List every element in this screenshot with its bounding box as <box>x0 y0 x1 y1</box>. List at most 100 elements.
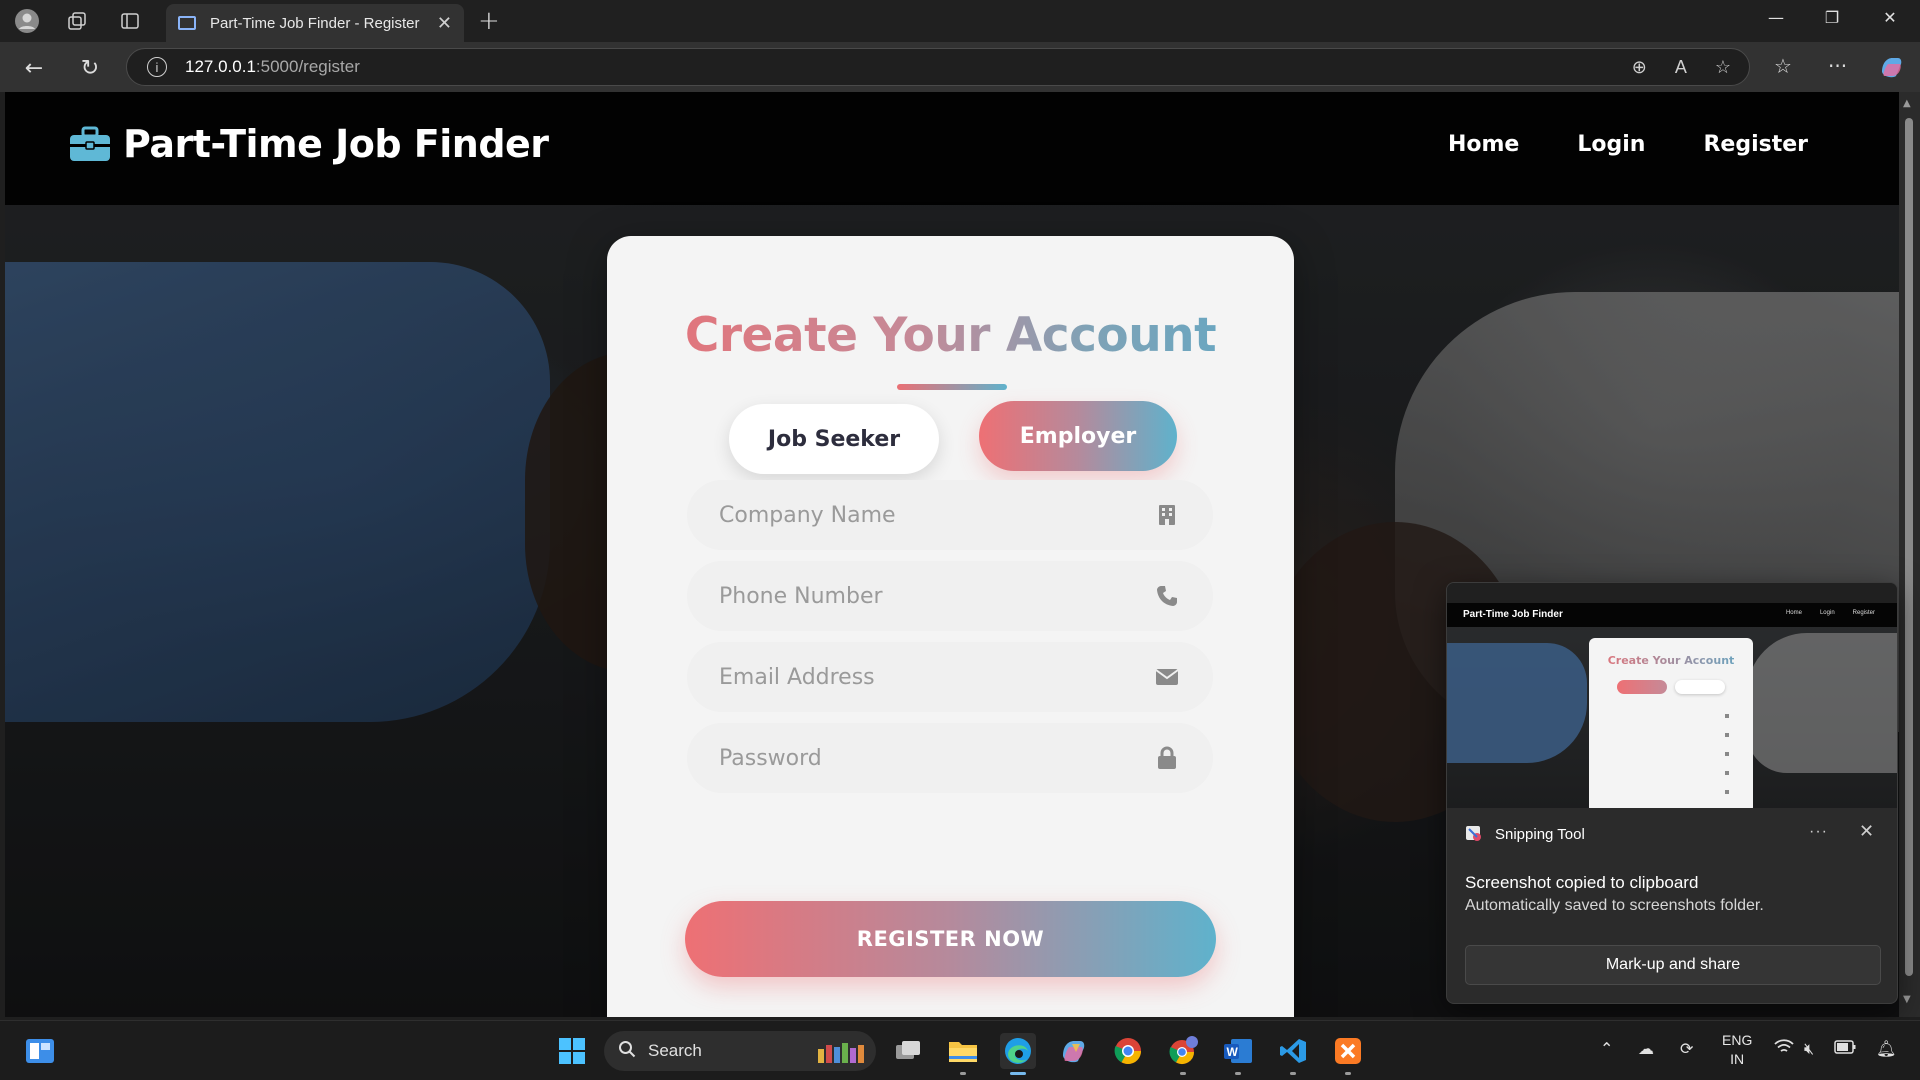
preview-link-home: Home <box>1785 610 1802 616</box>
preview-titlebar <box>1447 583 1897 603</box>
toast-heading: Screenshot copied to clipboard <box>1465 873 1699 892</box>
favorite-star-icon[interactable]: ☆ <box>1715 57 1731 78</box>
address-bar[interactable]: i 127.0.0.1:5000/register ⊕ A ☆ <box>126 48 1750 86</box>
search-icon <box>618 1040 636 1063</box>
password-field[interactable] <box>687 723 1213 793</box>
toast-subtext: Automatically saved to screenshots folde… <box>1465 897 1764 914</box>
company-name-input[interactable] <box>719 502 1155 528</box>
file-explorer-icon[interactable] <box>945 1033 981 1075</box>
preview-card: Create Your Account <box>1589 638 1753 808</box>
preview-link-register: Register <box>1852 610 1875 616</box>
sync-icon[interactable]: ⟳ <box>1680 1039 1693 1058</box>
profile-avatar-icon[interactable] <box>14 8 40 34</box>
browser-toolbar: ← ↻ i 127.0.0.1:5000/register ⊕ A ☆ ☆ ··… <box>0 42 1920 92</box>
tab-close-icon[interactable]: ✕ <box>437 13 452 34</box>
task-view-icon[interactable] <box>890 1033 926 1069</box>
window-close-icon[interactable]: ✕ <box>1870 8 1910 27</box>
running-indicator-4 <box>1290 1072 1296 1075</box>
restore-icon[interactable]: ❐ <box>1812 8 1852 27</box>
nav-home-link[interactable]: Home <box>1448 132 1519 157</box>
edge-browser-icon[interactable] <box>1000 1033 1036 1075</box>
employer-toggle[interactable]: Employer <box>979 401 1177 471</box>
nav-register-link[interactable]: Register <box>1703 132 1808 157</box>
scroll-thumb[interactable] <box>1905 118 1913 976</box>
register-now-button[interactable]: REGISTER NOW <box>685 901 1216 977</box>
back-icon[interactable]: ← <box>18 52 50 84</box>
phone-number-input[interactable] <box>719 583 1155 609</box>
new-tab-icon[interactable]: + <box>478 6 500 36</box>
phone-number-field[interactable] <box>687 561 1213 631</box>
copilot-app-icon[interactable] <box>1055 1033 1091 1069</box>
building-icon <box>1155 503 1179 527</box>
preview-row-3 <box>1613 752 1729 757</box>
notifications-bell-icon[interactable]: 🔔︎ <box>1876 1039 1896 1058</box>
screenshot-preview[interactable]: Part-Time Job Finder Home Login Register… <box>1447 583 1897 808</box>
scroll-up-icon[interactable]: ▲ <box>1903 98 1911 109</box>
toast-more-icon[interactable]: ··· <box>1809 823 1828 841</box>
chrome-icon[interactable] <box>1110 1033 1146 1069</box>
preview-row-5 <box>1613 790 1729 795</box>
onedrive-cloud-icon[interactable]: ☁ <box>1638 1039 1654 1058</box>
snipping-tool-notification[interactable]: Part-Time Job Finder Home Login Register… <box>1446 582 1898 1004</box>
language-code: ENG <box>1722 1032 1753 1048</box>
preview-row-4 <box>1613 771 1729 776</box>
minimize-icon[interactable]: — <box>1756 8 1796 27</box>
browser-titlebar: Part-Time Job Finder - Register ✕ + — ❐ … <box>0 0 1920 42</box>
xampp-icon[interactable] <box>1330 1033 1366 1075</box>
search-label: Search <box>648 1041 702 1060</box>
job-seeker-toggle[interactable]: Job Seeker <box>729 404 939 474</box>
envelope-icon <box>1155 665 1179 689</box>
word-icon[interactable]: W <box>1220 1033 1256 1075</box>
lock-icon <box>1155 746 1179 770</box>
markup-and-share-button[interactable]: Mark-up and share <box>1465 945 1881 985</box>
site-navbar: Part-Time Job Finder Home Login Register <box>5 92 1899 205</box>
zoom-icon[interactable]: ⊕ <box>1632 57 1647 78</box>
read-aloud-icon[interactable]: A <box>1675 57 1687 78</box>
running-indicator-2 <box>1180 1072 1186 1075</box>
battery-icon[interactable] <box>1834 1039 1856 1058</box>
reload-icon[interactable]: ↻ <box>74 52 106 84</box>
running-indicator-3 <box>1235 1072 1241 1075</box>
page-scrollbar[interactable]: ▲ ▼ <box>1899 92 1920 1017</box>
preview-brand: Part-Time Job Finder <box>1463 609 1563 620</box>
title-underline <box>897 384 1007 390</box>
language-indicator[interactable]: ENG IN <box>1722 1031 1752 1069</box>
wifi-icon[interactable] <box>1774 1039 1794 1059</box>
copilot-icon[interactable] <box>1878 54 1904 85</box>
toast-app-header: Snipping Tool <box>1465 825 1585 843</box>
widgets-icon[interactable] <box>22 1033 58 1069</box>
nav-login-link[interactable]: Login <box>1577 132 1645 157</box>
password-input[interactable] <box>719 745 1155 771</box>
scroll-down-icon[interactable]: ▼ <box>1903 994 1911 1005</box>
phone-icon <box>1155 584 1179 608</box>
preview-background-right <box>1747 633 1897 773</box>
svg-text:W: W <box>1227 1045 1239 1059</box>
briefcase-icon <box>70 126 110 161</box>
region-code: IN <box>1730 1051 1745 1067</box>
site-info-icon[interactable]: i <box>147 57 167 77</box>
site-logo[interactable]: Part-Time Job Finder <box>69 122 549 166</box>
email-address-field[interactable] <box>687 642 1213 712</box>
taskbar-search[interactable]: Search <box>604 1031 876 1071</box>
preview-pill-1 <box>1617 680 1667 694</box>
tray-overflow-chevron-icon[interactable]: ⌃ <box>1600 1039 1613 1058</box>
toast-close-icon[interactable]: ✕ <box>1859 821 1874 842</box>
vscode-icon[interactable] <box>1275 1033 1311 1075</box>
url-host: 127.0.0.1 <box>185 57 256 76</box>
page-favicon-icon <box>178 16 196 30</box>
start-windows-icon[interactable] <box>554 1033 590 1069</box>
tab-title: Part-Time Job Finder - Register <box>210 14 420 32</box>
windows-taskbar: Search W ⌃ ☁ ⟳ ENG IN 🔇︎ 🔔︎ <box>0 1020 1920 1080</box>
vertical-tabs-icon[interactable] <box>117 8 143 34</box>
company-name-field[interactable] <box>687 480 1213 550</box>
volume-muted-icon[interactable]: 🔇︎ <box>1804 1039 1814 1059</box>
workspaces-icon[interactable] <box>64 8 90 34</box>
browser-tab-active[interactable]: Part-Time Job Finder - Register ✕ <box>166 4 464 42</box>
email-address-input[interactable] <box>719 664 1155 690</box>
preview-background-left <box>1447 643 1587 763</box>
toast-app-name: Snipping Tool <box>1495 825 1585 843</box>
preview-navbar: Part-Time Job Finder Home Login Register <box>1447 603 1897 627</box>
favorites-icon[interactable]: ☆ <box>1774 54 1792 78</box>
chrome-profile-icon[interactable] <box>1165 1033 1201 1075</box>
more-menu-icon[interactable]: ··· <box>1828 54 1847 78</box>
